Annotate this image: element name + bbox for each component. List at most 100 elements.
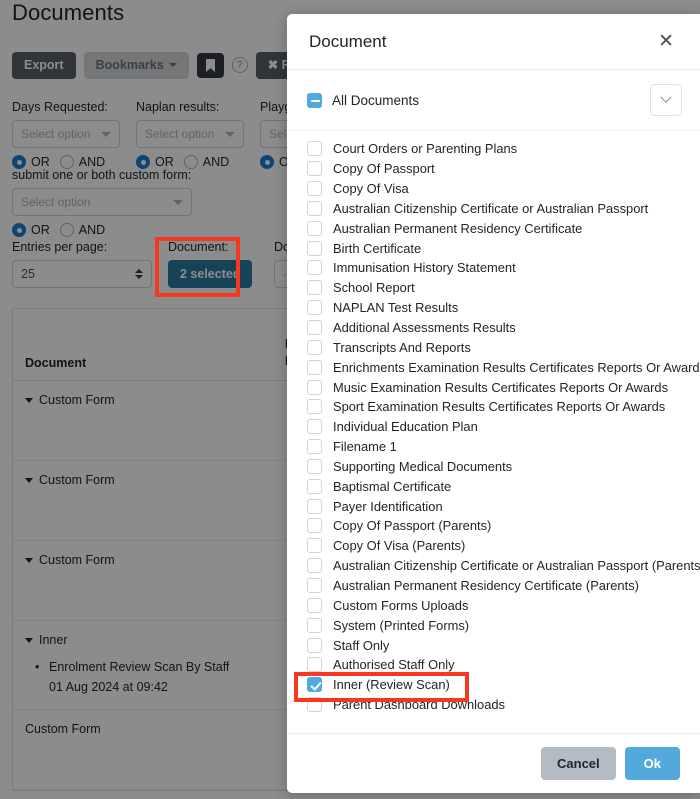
document-option[interactable]: Sport Examination Results Certificates R… bbox=[287, 397, 700, 417]
document-option[interactable]: Copy Of Passport (Parents) bbox=[287, 516, 700, 536]
document-option[interactable]: Custom Forms Uploads bbox=[287, 595, 700, 615]
document-option[interactable]: Payer Identification bbox=[287, 496, 700, 516]
option-label: NAPLAN Test Results bbox=[333, 300, 459, 316]
document-option[interactable]: Australian Citizenship Certificate or Au… bbox=[287, 556, 700, 576]
screen-root: Documents Export Bookmarks ? ✖ Reset fil… bbox=[0, 0, 700, 799]
option-checkbox[interactable] bbox=[307, 339, 322, 355]
document-option[interactable]: Enrichments Examination Results Certific… bbox=[287, 357, 700, 377]
option-checkbox[interactable] bbox=[307, 181, 322, 197]
cancel-button[interactable]: Cancel bbox=[541, 747, 616, 780]
document-option[interactable]: Court Orders or Parenting Plans bbox=[287, 139, 700, 159]
option-label: Baptismal Certificate bbox=[333, 478, 452, 494]
document-option[interactable]: Supporting Medical Documents bbox=[287, 457, 700, 477]
document-option[interactable]: Australian Permanent Residency Certifica… bbox=[287, 218, 700, 238]
option-label: Parent Dashboard Downloads bbox=[333, 697, 505, 713]
document-option[interactable]: Individual Education Plan bbox=[287, 417, 700, 437]
option-checkbox[interactable] bbox=[307, 141, 322, 157]
option-label: Inner (Review Scan) bbox=[333, 677, 450, 693]
option-checkbox[interactable] bbox=[307, 161, 322, 177]
option-checkbox[interactable] bbox=[307, 538, 322, 554]
option-checkbox[interactable] bbox=[307, 399, 322, 415]
option-checkbox[interactable] bbox=[307, 439, 322, 455]
document-option[interactable]: Immunisation History Statement bbox=[287, 258, 700, 278]
option-label: Copy Of Passport (Parents) bbox=[333, 518, 492, 534]
option-label: Copy Of Visa bbox=[333, 181, 409, 197]
option-label: Copy Of Passport bbox=[333, 161, 435, 177]
select-all-group[interactable]: All Documents bbox=[307, 92, 420, 108]
option-checkbox[interactable] bbox=[307, 320, 322, 336]
document-option[interactable]: Staff Only bbox=[287, 635, 700, 655]
modal-header: Document ✕ bbox=[287, 14, 700, 70]
option-checkbox[interactable] bbox=[307, 220, 322, 236]
option-label: Additional Assessments Results bbox=[333, 320, 516, 336]
modal-title: Document bbox=[309, 31, 387, 51]
option-checkbox[interactable] bbox=[307, 200, 322, 216]
document-option[interactable]: System (Printed Forms) bbox=[287, 615, 700, 635]
option-checkbox[interactable] bbox=[307, 518, 322, 534]
option-checkbox[interactable] bbox=[307, 577, 322, 593]
option-label: Individual Education Plan bbox=[333, 419, 478, 435]
modal-footer: Cancel Ok bbox=[287, 733, 700, 793]
option-label: Music Examination Results Certificates R… bbox=[333, 379, 669, 395]
document-option[interactable]: Birth Certificate bbox=[287, 238, 700, 258]
document-option[interactable]: Copy Of Visa (Parents) bbox=[287, 536, 700, 556]
document-option[interactable]: Filename 1 bbox=[287, 437, 700, 457]
option-checkbox[interactable] bbox=[307, 379, 322, 395]
option-checkbox[interactable] bbox=[307, 657, 322, 673]
option-checkbox[interactable] bbox=[307, 300, 322, 316]
option-checkbox[interactable] bbox=[307, 240, 322, 256]
option-label: Transcripts And Reports bbox=[333, 339, 471, 355]
option-label: Supporting Medical Documents bbox=[333, 458, 513, 474]
document-option[interactable]: Inner (Review Scan) bbox=[287, 675, 700, 695]
document-option[interactable]: Music Examination Results Certificates R… bbox=[287, 377, 700, 397]
option-label: Court Orders or Parenting Plans bbox=[333, 141, 518, 157]
expand-collapse-button[interactable] bbox=[650, 84, 682, 116]
option-label: Filename 1 bbox=[333, 439, 397, 455]
document-option[interactable]: Transcripts And Reports bbox=[287, 337, 700, 357]
option-label: Immunisation History Statement bbox=[333, 260, 516, 276]
document-option[interactable]: Australian Permanent Residency Certifica… bbox=[287, 576, 700, 596]
option-checkbox[interactable] bbox=[307, 617, 322, 633]
option-label: Staff Only bbox=[333, 637, 390, 653]
select-all-label: All Documents bbox=[332, 92, 420, 108]
document-options-list[interactable]: Court Orders or Parenting Plans Copy Of P… bbox=[287, 131, 700, 733]
document-option[interactable]: NAPLAN Test Results bbox=[287, 298, 700, 318]
option-label: Sport Examination Results Certificates R… bbox=[333, 399, 666, 415]
option-label: System (Printed Forms) bbox=[333, 617, 470, 633]
close-icon[interactable]: ✕ bbox=[654, 30, 678, 53]
document-option[interactable]: Additional Assessments Results bbox=[287, 318, 700, 338]
option-label: Enrichments Examination Results Certific… bbox=[333, 359, 700, 375]
option-checkbox[interactable] bbox=[307, 458, 322, 474]
document-filter-modal: Document ✕ All Documents Court Orders or… bbox=[287, 14, 700, 793]
document-option[interactable]: Baptismal Certificate bbox=[287, 476, 700, 496]
option-label: Custom Forms Uploads bbox=[333, 597, 469, 613]
option-label: Australian Permanent Residency Certifica… bbox=[333, 220, 583, 236]
option-checkbox[interactable] bbox=[307, 697, 322, 713]
document-option[interactable]: Authorised Staff Only bbox=[287, 655, 700, 675]
select-all-row: All Documents bbox=[287, 70, 700, 131]
option-label: Payer Identification bbox=[333, 498, 443, 514]
document-option[interactable]: Copy Of Passport bbox=[287, 159, 700, 179]
ok-button[interactable]: Ok bbox=[624, 747, 680, 780]
document-option[interactable]: School Report bbox=[287, 278, 700, 298]
option-label: Copy Of Visa (Parents) bbox=[333, 538, 466, 554]
option-checkbox[interactable] bbox=[307, 677, 322, 693]
option-checkbox[interactable] bbox=[307, 637, 322, 653]
option-checkbox[interactable] bbox=[307, 419, 322, 435]
option-label: Birth Certificate bbox=[333, 240, 422, 256]
document-option[interactable]: Parent Dashboard Downloads bbox=[287, 695, 700, 715]
option-checkbox[interactable] bbox=[307, 558, 322, 574]
option-checkbox[interactable] bbox=[307, 498, 322, 514]
chevron-down-icon bbox=[660, 91, 672, 103]
option-checkbox[interactable] bbox=[307, 280, 322, 296]
option-label: School Report bbox=[333, 280, 415, 296]
option-label: Australian Permanent Residency Certifica… bbox=[333, 577, 639, 593]
option-checkbox[interactable] bbox=[307, 359, 322, 375]
document-option[interactable]: Australian Citizenship Certificate or Au… bbox=[287, 199, 700, 219]
option-checkbox[interactable] bbox=[307, 478, 322, 494]
option-checkbox[interactable] bbox=[307, 260, 322, 276]
select-all-checkbox[interactable] bbox=[307, 92, 322, 108]
document-option[interactable]: Copy Of Visa bbox=[287, 179, 700, 199]
option-checkbox[interactable] bbox=[307, 597, 322, 613]
option-label: Australian Citizenship Certificate or Au… bbox=[333, 558, 700, 574]
